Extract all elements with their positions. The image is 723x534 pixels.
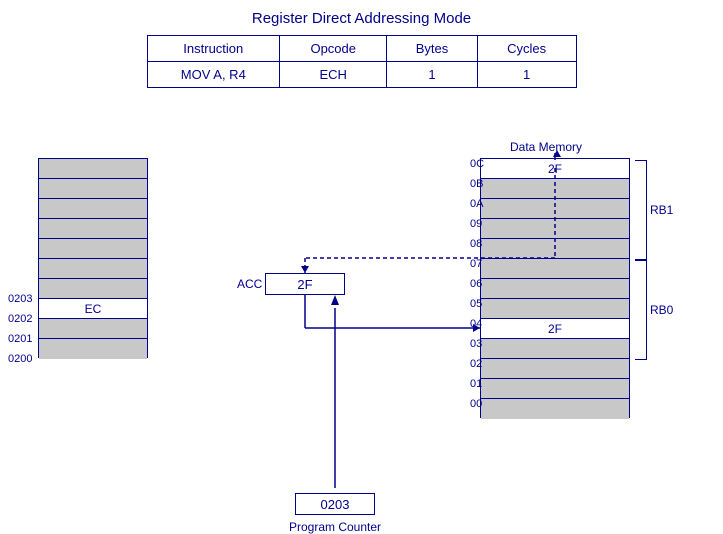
dm-addr-05: 05	[470, 298, 482, 310]
rb0-label: RB0	[650, 303, 673, 317]
dm-val-0c: 2F	[548, 162, 562, 176]
dm-addr-07: 07	[470, 258, 482, 270]
cell-bytes: 1	[387, 62, 477, 88]
dm-addr-01: 01	[470, 378, 482, 390]
dm-addr-08: 08	[470, 238, 482, 250]
pc-value: 0203	[321, 497, 350, 512]
data-memory-arrow-up	[553, 150, 561, 157]
col-cycles: Cycles	[477, 36, 576, 62]
program-memory: EC	[38, 158, 148, 358]
pc-box: 0203	[295, 493, 375, 515]
acc-label: ACC	[237, 277, 262, 291]
instruction-table: Instruction Opcode Bytes Cycles MOV A, R…	[147, 35, 577, 88]
col-instruction: Instruction	[147, 36, 280, 62]
cell-cycles: 1	[477, 62, 576, 88]
acc-value: 2F	[297, 277, 312, 292]
dm-addr-09: 09	[470, 218, 482, 230]
prog-addr-0203: 0203	[8, 293, 32, 305]
acc-box: 2F	[265, 273, 345, 295]
prog-addr-0202: 0202	[8, 313, 32, 325]
cell-instruction: MOV A, R4	[147, 62, 280, 88]
cell-opcode: ECH	[280, 62, 387, 88]
rb1-label: RB1	[650, 203, 673, 217]
dm-addr-03: 03	[470, 338, 482, 350]
page-title: Register Direct Addressing Mode	[0, 0, 723, 35]
dm-addr-02: 02	[470, 358, 482, 370]
data-memory: 2F 2F	[480, 158, 630, 418]
rb0-bracket	[635, 260, 647, 360]
col-bytes: Bytes	[387, 36, 477, 62]
dm-addr-0c: 0C	[470, 158, 484, 170]
prog-addr-0201: 0201	[8, 333, 32, 345]
dm-val-04: 2F	[548, 322, 562, 336]
dm-addr-0b: 0B	[470, 178, 483, 190]
dm-addr-00: 00	[470, 398, 482, 410]
col-opcode: Opcode	[280, 36, 387, 62]
dm-addr-04: 04	[470, 318, 482, 330]
rb1-bracket	[635, 160, 647, 260]
diagram: EC 0203 0202 0201 0200 2F ACC Data Memor…	[0, 98, 723, 488]
prog-mem-ec: EC	[85, 302, 102, 316]
data-memory-title: Data Memory	[510, 140, 582, 154]
prog-addr-0200: 0200	[8, 353, 32, 365]
dm-addr-0a: 0A	[470, 198, 483, 210]
dm-addr-06: 06	[470, 278, 482, 290]
